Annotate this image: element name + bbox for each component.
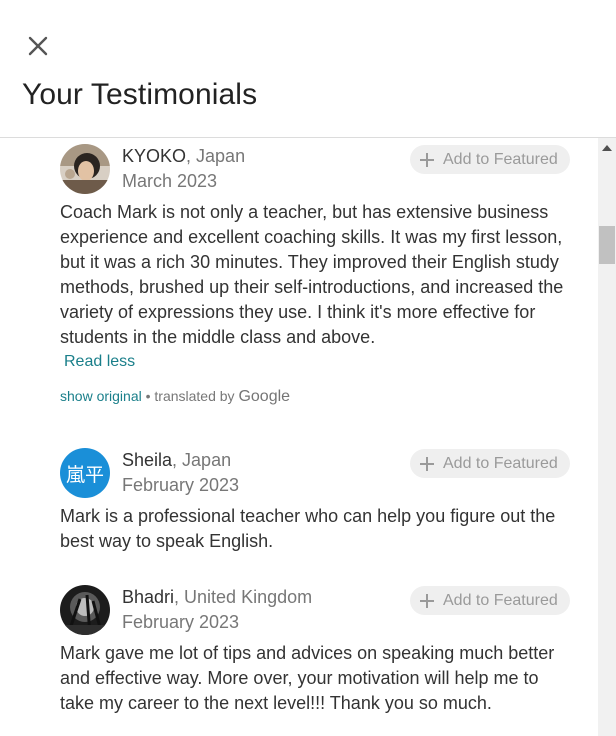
translation-info: show original • translated by Google — [60, 388, 290, 406]
review-date: February 2023 — [122, 475, 240, 495]
testimonial-text: Mark is a professional teacher who can h… — [60, 506, 556, 551]
read-less-link[interactable]: Read less — [64, 353, 135, 371]
reviewer-name: Bhadri — [122, 587, 175, 607]
add-to-featured-label: Add to Featured — [443, 454, 558, 472]
review-date: March 2023 — [122, 171, 218, 191]
add-to-featured-button[interactable]: Add to Featured — [410, 449, 570, 478]
reviewer-country: , Japan — [172, 450, 232, 470]
review-date: February 2023 — [122, 612, 240, 632]
scrollbar[interactable] — [598, 138, 616, 736]
reviewer-name: KYOKO — [122, 146, 187, 166]
plus-icon — [420, 593, 434, 608]
add-to-featured-button[interactable]: Add to Featured — [410, 586, 570, 615]
testimonials-list[interactable]: KYOKO, Japan March 2023 Add to Featured … — [0, 138, 598, 736]
scrollbar-thumb[interactable] — [599, 226, 615, 264]
avatar — [60, 585, 110, 635]
page-title: Your Testimonials — [22, 78, 258, 111]
show-original-link[interactable]: show original — [60, 388, 142, 404]
plus-icon — [420, 152, 434, 167]
close-button[interactable] — [26, 34, 50, 58]
testimonial-text: Coach Mark is not only a teacher, but ha… — [60, 202, 564, 347]
avatar: 嵐平 — [60, 448, 110, 498]
add-to-featured-button[interactable]: Add to Featured — [410, 145, 570, 174]
reviewer-name: Sheila — [122, 450, 173, 470]
avatar-text: 嵐平 — [65, 463, 104, 486]
reviewer-country: , United Kingdom — [174, 587, 313, 607]
testimonial-card: Bhadri, United Kingdom February 2023 Add… — [60, 585, 570, 720]
add-to-featured-label: Add to Featured — [443, 591, 558, 609]
google-logo: Google — [238, 388, 291, 405]
translated-by-label: • translated by — [141, 388, 239, 404]
avatar — [60, 144, 110, 194]
scroll-up-arrow-icon[interactable] — [602, 145, 612, 151]
testimonial-card: 嵐平 Sheila, Japan February 2023 Add to Fe… — [60, 448, 570, 558]
plus-icon — [420, 456, 434, 471]
close-icon — [28, 36, 48, 56]
testimonial-text: Mark gave me lot of tips and advices on … — [60, 643, 555, 713]
testimonial-card: KYOKO, Japan March 2023 Add to Featured … — [60, 144, 570, 414]
add-to-featured-label: Add to Featured — [443, 150, 558, 168]
reviewer-country: , Japan — [186, 146, 246, 166]
